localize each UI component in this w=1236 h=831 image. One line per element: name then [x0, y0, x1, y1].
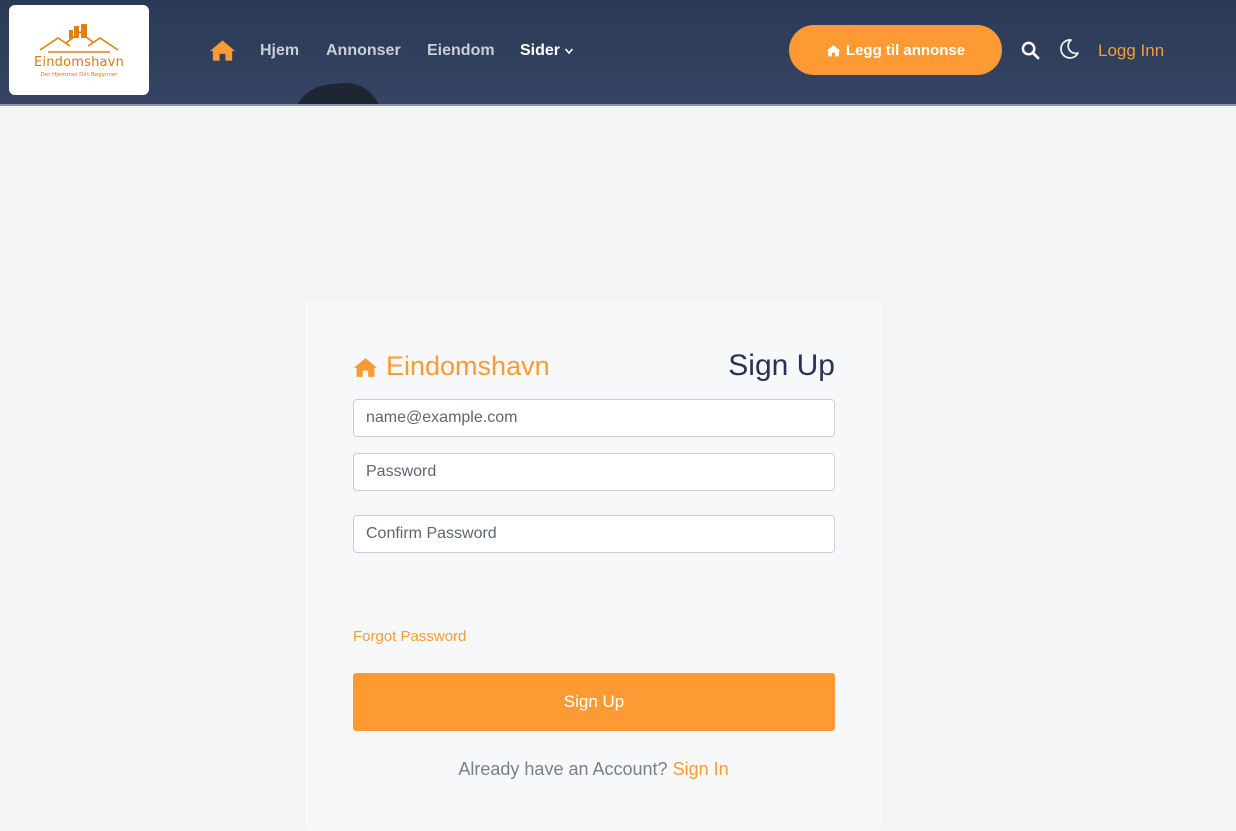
- email-field[interactable]: [353, 399, 835, 437]
- logo-tagline: Der Hjemmet Ditt Begynner: [40, 71, 118, 78]
- site-header: Eindomshavn Der Hjemmet Ditt Begynner Hj…: [0, 0, 1236, 106]
- page-title: Sign Up: [728, 349, 835, 382]
- account-prompt-text: Already have an Account?: [458, 759, 668, 779]
- header-decoration: [288, 79, 382, 104]
- logo-name: Eindomshavn: [33, 54, 125, 70]
- nav-item-eiendom[interactable]: Eiendom: [427, 42, 495, 60]
- signin-link[interactable]: Sign In: [673, 759, 729, 779]
- home-icon: [826, 44, 841, 56]
- logo-buildings-icon: [39, 23, 119, 53]
- form-brand: Eindomshavn: [353, 351, 550, 382]
- nav-item-sider-label: Sider: [520, 42, 561, 59]
- signin-prompt: Already have an Account? Sign In: [305, 759, 882, 780]
- nav-item-sider[interactable]: Sider: [520, 42, 574, 60]
- search-icon[interactable]: [1021, 41, 1040, 60]
- home-icon[interactable]: [209, 38, 236, 62]
- confirm-password-field[interactable]: [353, 515, 835, 553]
- nav-item-annonser[interactable]: Annonser: [326, 42, 401, 60]
- chevron-down-icon: [564, 48, 574, 55]
- add-listing-button[interactable]: Legg til annonse: [789, 25, 1002, 75]
- forgot-password-link[interactable]: Forgot Password: [353, 628, 466, 645]
- nav-item-hjem[interactable]: Hjem: [260, 42, 299, 60]
- signup-card: Eindomshavn Sign Up Forgot Password Sign…: [305, 301, 882, 831]
- form-brand-label: Eindomshavn: [386, 351, 550, 381]
- login-link[interactable]: Logg Inn: [1098, 41, 1164, 61]
- signup-button[interactable]: Sign Up: [353, 673, 835, 731]
- site-logo[interactable]: Eindomshavn Der Hjemmet Ditt Begynner: [9, 5, 149, 95]
- add-listing-label: Legg til annonse: [845, 41, 966, 59]
- moon-icon[interactable]: [1058, 38, 1080, 60]
- password-field[interactable]: [353, 453, 835, 491]
- home-icon: [353, 357, 378, 377]
